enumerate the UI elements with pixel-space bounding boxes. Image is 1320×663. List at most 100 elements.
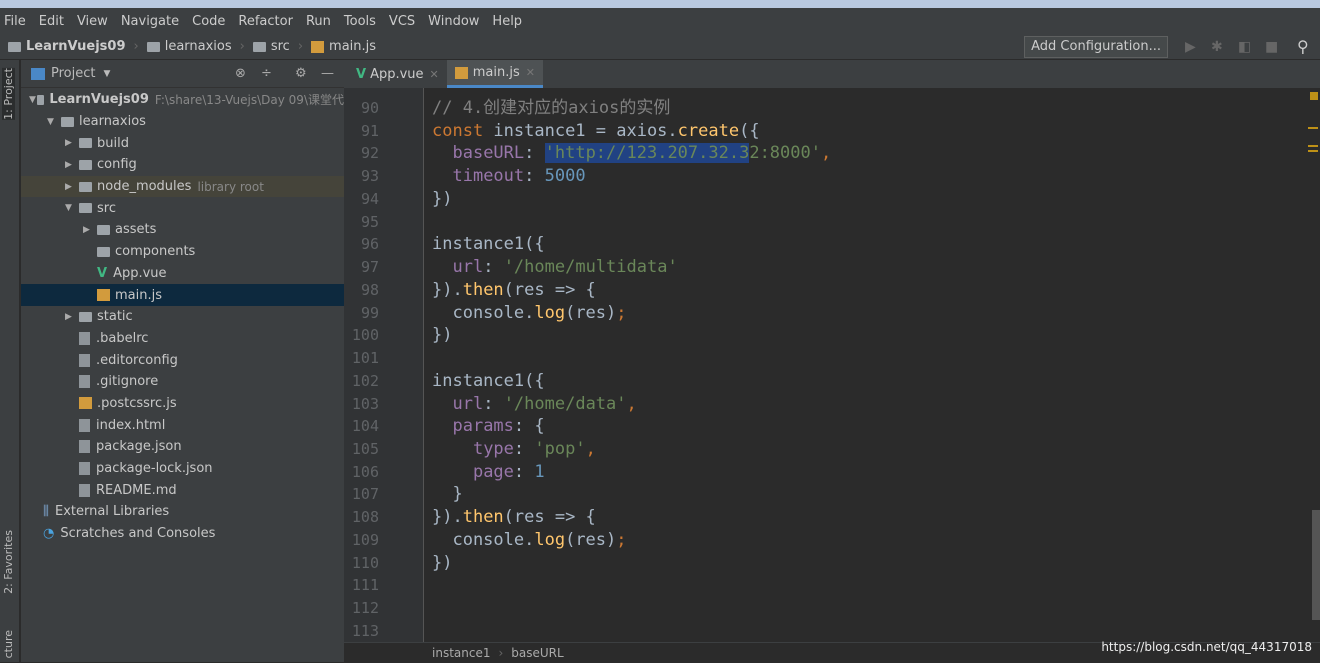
error-stripe-mark[interactable] (1308, 150, 1318, 152)
error-stripe-mark[interactable] (1308, 145, 1318, 147)
expand-arrow-icon[interactable]: ▶ (83, 225, 97, 235)
code-line[interactable]: 109 console.log(res); (344, 529, 1320, 552)
code-editor[interactable]: 90 // 4.创建对应的axios的实例 91 const instance1 = … (344, 97, 1320, 643)
hide-icon[interactable]: — (321, 66, 334, 81)
expand-arrow-icon[interactable]: ▼ (65, 203, 79, 213)
menu-edit[interactable]: Edit (39, 14, 64, 29)
tree-item[interactable]: .babelrc (21, 328, 344, 350)
code-line[interactable]: 104 params: { (344, 415, 1320, 438)
code-line[interactable]: 94}) (344, 188, 1320, 211)
tree-item[interactable]: package-lock.json (21, 458, 344, 480)
code-line[interactable]: 111 (344, 574, 1320, 597)
tree-item[interactable]: .editorconfig (21, 349, 344, 371)
code-text: url: '/home/data', (432, 393, 636, 416)
menu-window[interactable]: Window (428, 14, 479, 29)
tab-label: App.vue (370, 66, 424, 82)
code-line[interactable]: 101 (344, 347, 1320, 370)
tree-item[interactable]: ▶ node_modules library root (21, 175, 344, 198)
tree-item[interactable]: ▶ build (21, 132, 344, 154)
code-line[interactable]: 102 instance1({ (344, 370, 1320, 393)
code-line[interactable]: 90 // 4.创建对应的axios的实例 (344, 97, 1320, 120)
collapse-all-icon[interactable]: ÷ (261, 66, 272, 81)
code-line[interactable]: 103 url: '/home/data', (344, 393, 1320, 416)
close-icon[interactable]: ✕ (430, 68, 439, 81)
tree-item-label: App.vue (113, 265, 167, 281)
tree-item[interactable]: V App.vue (21, 263, 344, 285)
locate-icon[interactable]: ⊗ (235, 66, 246, 81)
expand-arrow-icon[interactable]: ▼ (47, 117, 61, 127)
code-line[interactable]: 100}) (344, 324, 1320, 347)
crumb-label: LearnVuejs09 (26, 39, 126, 54)
menu-navigate[interactable]: Navigate (121, 14, 179, 29)
crumb-baseurl[interactable]: baseURL (511, 646, 563, 660)
menu-view[interactable]: View (77, 14, 108, 29)
structure-tool-tab[interactable]: cture (2, 630, 15, 658)
inspection-indicator[interactable] (1310, 92, 1318, 100)
tree-item[interactable]: components (21, 241, 344, 263)
code-line[interactable]: 92 baseURL: 'http://123.207.32.32:8000', (344, 142, 1320, 165)
project-tool-tab[interactable]: 1: Project (2, 68, 15, 120)
breadcrumb-mainjs[interactable]: main.js (311, 39, 376, 54)
expand-arrow-icon[interactable]: ▶ (65, 160, 79, 170)
expand-arrow-icon[interactable]: ▶ (65, 138, 79, 148)
tree-item[interactable]: ▼ LearnVuejs09 F:\share\13-Vuejs\Day 09\课堂… (21, 89, 344, 111)
stop-icon[interactable]: ■ (1265, 39, 1278, 55)
tree-item[interactable]: .postcssrc.js (21, 393, 344, 415)
coverage-icon[interactable]: ◧ (1238, 39, 1251, 55)
tree-item[interactable]: index.html (21, 414, 344, 436)
code-line[interactable]: 112 (344, 597, 1320, 620)
code-line[interactable]: 107 } (344, 483, 1320, 506)
breadcrumb-project[interactable]: LearnVuejs09 (8, 39, 126, 54)
code-line[interactable]: 93 timeout: 5000 (344, 165, 1320, 188)
tree-item[interactable]: ▼ src (21, 197, 344, 219)
favorites-tool-tab[interactable]: 2: Favorites (2, 530, 15, 594)
code-line[interactable]: 98}).then(res => { (344, 279, 1320, 302)
error-stripe-mark[interactable] (1308, 127, 1318, 129)
code-line[interactable]: 97 url: '/home/multidata' (344, 256, 1320, 279)
breadcrumb-src[interactable]: src (252, 39, 290, 54)
tree-item[interactable]: ▼ learnaxios (21, 111, 344, 133)
library-icon: ⫼ (43, 504, 49, 520)
code-line[interactable]: 105 type: 'pop', (344, 438, 1320, 461)
close-icon[interactable]: ✕ (526, 66, 535, 79)
line-number: 110 (351, 553, 379, 572)
add-configuration-button[interactable]: Add Configuration... (1024, 36, 1168, 58)
tree-item[interactable]: ⫼ External Libraries (21, 501, 344, 523)
tree-item[interactable]: ▶ config (21, 154, 344, 176)
code-line[interactable]: 108}).then(res => { (344, 506, 1320, 529)
tree-item[interactable]: ▶ assets (21, 219, 344, 241)
tree-item[interactable]: main.js (21, 284, 344, 306)
menu-help[interactable]: Help (492, 14, 522, 29)
debug-icon[interactable]: ✱ (1211, 39, 1223, 55)
menu-tools[interactable]: Tools (344, 14, 376, 29)
code-line[interactable]: 99 console.log(res); (344, 302, 1320, 325)
tab-app-vue[interactable]: V App.vue ✕ (348, 60, 447, 88)
code-line[interactable]: 91 const instance1 = axios.create({ (344, 120, 1320, 143)
tree-item[interactable]: .gitignore (21, 371, 344, 393)
menu-run[interactable]: Run (306, 14, 331, 29)
menu-code[interactable]: Code (192, 14, 225, 29)
gear-icon[interactable]: ⚙ (295, 66, 307, 81)
code-line[interactable]: 106 page: 1 (344, 461, 1320, 484)
tree-item[interactable]: README.md (21, 479, 344, 501)
project-view-selector[interactable]: Project (51, 66, 95, 81)
menu-refactor[interactable]: Refactor (238, 14, 293, 29)
expand-arrow-icon[interactable]: ▶ (65, 312, 79, 322)
code-line[interactable]: 95 (344, 211, 1320, 234)
tree-item[interactable]: ◔ Scratches and Consoles (21, 523, 344, 545)
crumb-instance1[interactable]: instance1 (432, 646, 490, 660)
expand-arrow-icon[interactable]: ▶ (65, 182, 79, 192)
tree-item[interactable]: ▶ static (21, 306, 344, 328)
menu-file[interactable]: File (4, 14, 26, 29)
breadcrumb-learnaxios[interactable]: learnaxios (146, 39, 232, 54)
tree-item[interactable]: package.json (21, 436, 344, 458)
menu-vcs[interactable]: VCS (389, 14, 415, 29)
code-line[interactable]: 110}) (344, 552, 1320, 575)
run-icon[interactable]: ▶ (1185, 39, 1196, 55)
code-token: console. (432, 529, 535, 550)
expand-arrow-icon[interactable]: ▼ (29, 95, 37, 105)
search-icon[interactable]: ⚲ (1297, 37, 1309, 56)
editor-scrollbar[interactable] (1312, 510, 1320, 620)
code-line[interactable]: 96 instance1({ (344, 233, 1320, 256)
tab-main-js[interactable]: main.js ✕ (446, 60, 543, 88)
